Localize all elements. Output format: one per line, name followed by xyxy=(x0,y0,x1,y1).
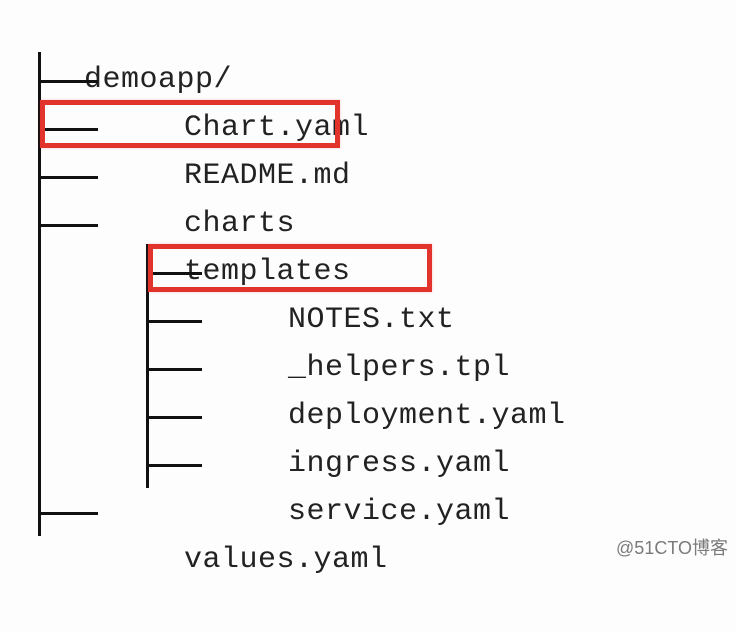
tree-hline xyxy=(38,80,98,83)
tree-hline-nested xyxy=(146,368,202,371)
tree-hline-nested xyxy=(146,320,202,323)
tree-item-label: values.yaml xyxy=(184,536,388,584)
tree-hline xyxy=(38,512,98,515)
watermark-text: @51CTO博客 xyxy=(616,538,728,558)
tree-hline xyxy=(38,176,98,179)
tree-hline-nested xyxy=(146,272,202,275)
tree-hline xyxy=(38,224,98,227)
watermark: @51CTO博客 xyxy=(616,534,728,560)
tree-hline-nested xyxy=(146,464,202,467)
tree-vstub xyxy=(38,80,41,92)
tree-hline xyxy=(38,128,98,131)
tree-vstub-main-end xyxy=(38,532,41,536)
tree-item-values-yaml: values.yaml xyxy=(110,488,388,632)
tree-hline-nested xyxy=(146,416,202,419)
tree-vline-nested xyxy=(146,244,149,488)
directory-tree: demoapp/ Chart.yaml README.md charts tem… xyxy=(0,0,736,152)
tree-vline-main xyxy=(38,52,41,536)
